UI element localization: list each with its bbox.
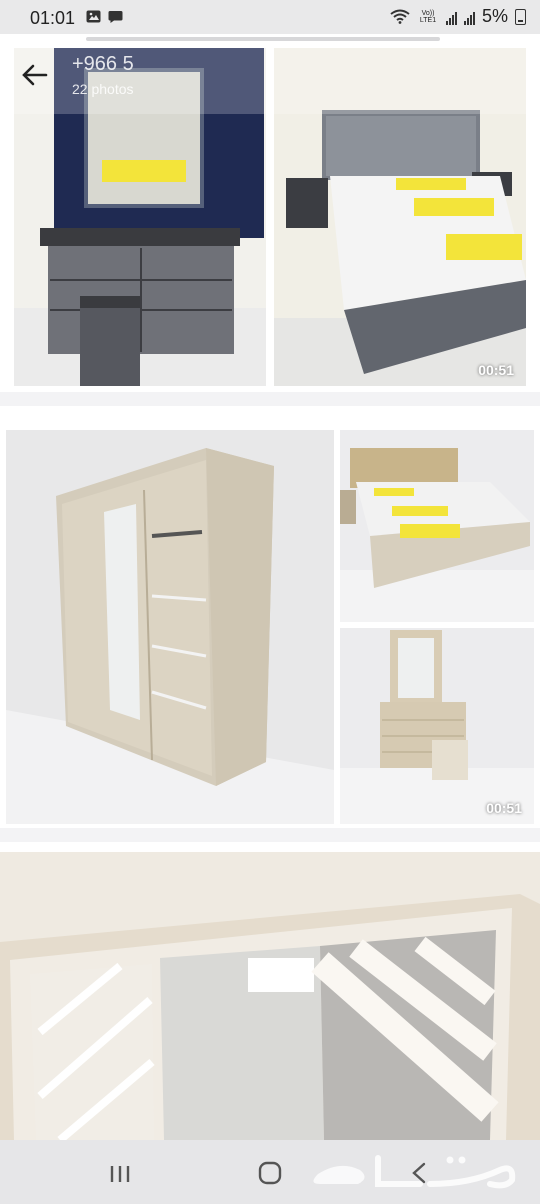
battery-icon — [515, 8, 526, 25]
status-bar: 01:01 Vo)) LTE1 5% — [0, 0, 540, 34]
haraj-watermark-logo — [313, 1155, 516, 1189]
pull-handle[interactable] — [86, 37, 440, 41]
video-duration: 00:51 — [486, 800, 522, 816]
volte-label: Vo)) LTE1 — [419, 9, 437, 24]
page-title: +966 5 — [72, 53, 134, 75]
divider — [0, 828, 540, 842]
wardrobe-photo[interactable] — [6, 430, 334, 824]
video-duration: 00:51 — [478, 362, 514, 378]
status-time: 01:01 — [30, 8, 76, 28]
divider — [0, 392, 540, 406]
beige-dresser-photo[interactable]: 00:51 — [340, 628, 534, 824]
message-notification-icon — [108, 11, 123, 23]
gallery-notification-icon — [86, 10, 101, 23]
back-arrow-icon[interactable] — [20, 60, 50, 90]
photo-count: 22 photos — [72, 81, 134, 97]
recents-icon[interactable] — [100, 1158, 140, 1188]
signal-icon — [445, 9, 457, 25]
wardrobe-closeup-photo[interactable] — [0, 852, 540, 1140]
signal-2-icon — [463, 9, 475, 25]
wifi-icon — [390, 9, 410, 24]
home-icon[interactable] — [250, 1158, 290, 1188]
beige-bed-photo[interactable] — [340, 430, 534, 622]
battery-percent: 5% — [481, 6, 508, 26]
